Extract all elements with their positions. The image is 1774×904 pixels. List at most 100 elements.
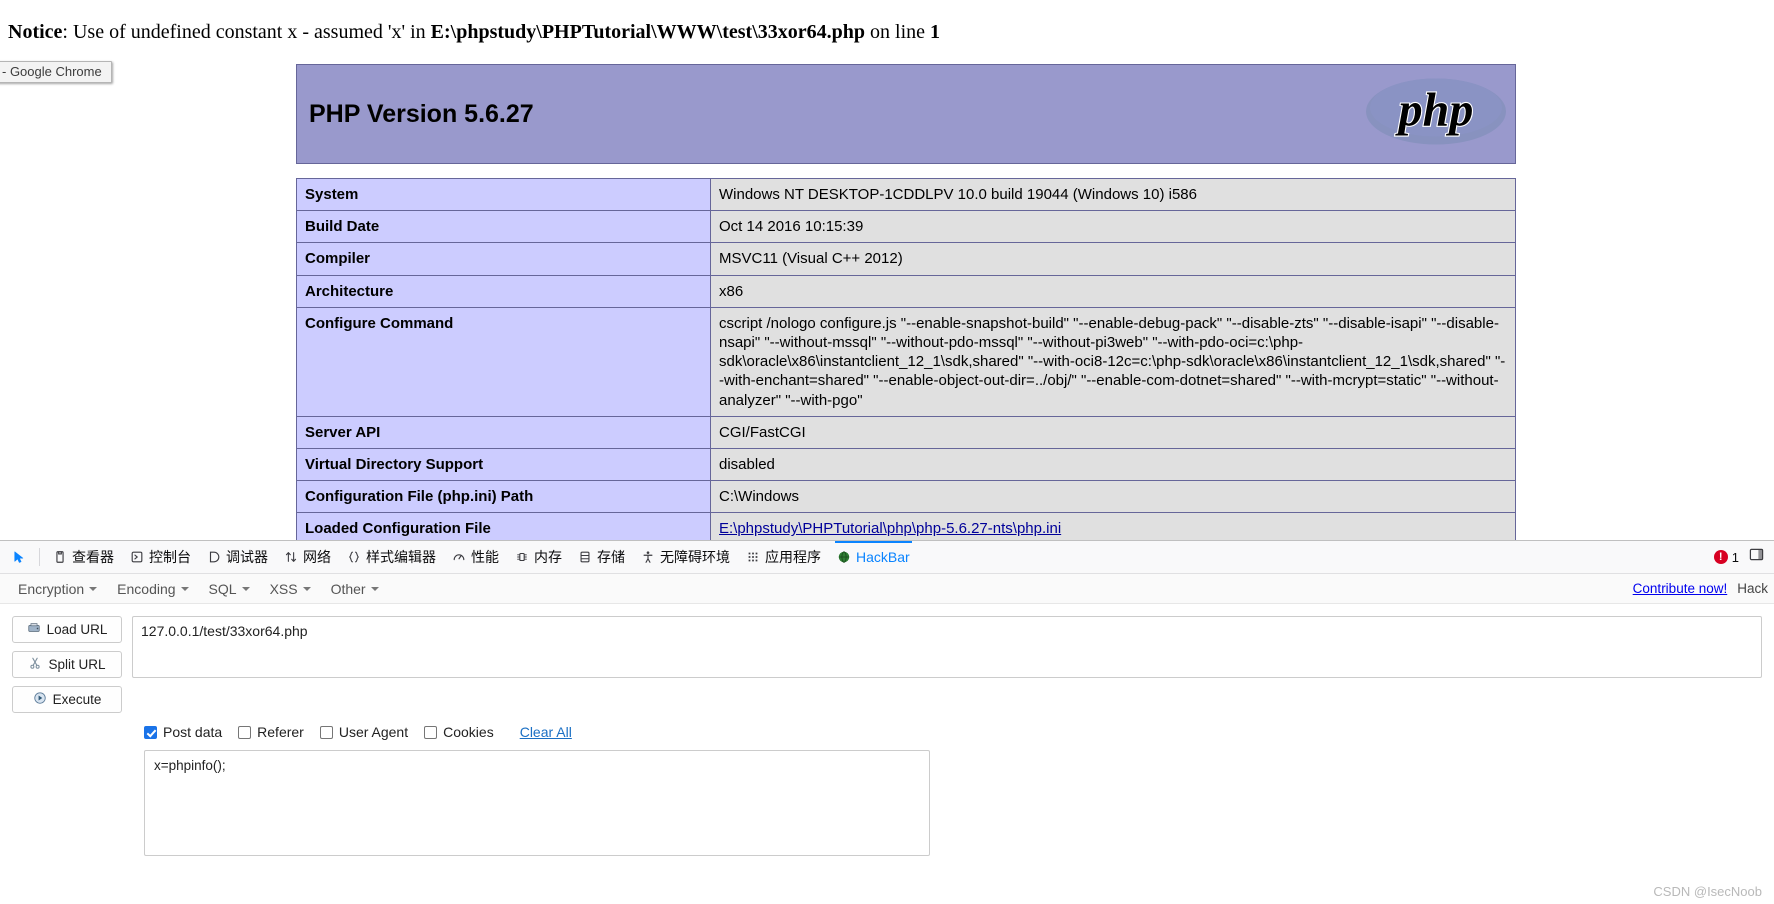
execute-button[interactable]: Execute <box>12 686 122 713</box>
contribute-link[interactable]: Contribute now! <box>1633 581 1728 596</box>
hackbar-icon <box>837 550 851 564</box>
phpinfo-table-body: System Windows NT DESKTOP-1CDDLPV 10.0 b… <box>296 177 1516 540</box>
hackbar-right-extra: Hack <box>1737 581 1768 596</box>
hackbar-menubar-right: Contribute now! Hack <box>1633 581 1774 596</box>
table-cell-value: MSVC11 (Visual C++ 2012) <box>710 242 1516 276</box>
tab-performance[interactable]: 性能 <box>444 541 507 573</box>
devtools-toolbar: 查看器 控制台 调试器 网络 样式编辑器 性能 内存 存储 无障碍环境 应用程序… <box>0 541 1774 574</box>
option-post-data[interactable]: Post data <box>144 724 222 740</box>
tab-application[interactable]: 应用程序 <box>738 541 829 573</box>
option-label: Post data <box>163 724 223 740</box>
notice-text-before: : Use of undefined constant x - assumed … <box>62 21 431 43</box>
toolbar-divider <box>39 548 40 566</box>
tab-label: 控制台 <box>149 549 191 565</box>
table-row: Configure Command cscript /nologo config… <box>296 306 1516 417</box>
watermark-label: CSDN @IsecNoob <box>1653 884 1762 899</box>
menu-other[interactable]: Other <box>321 577 389 601</box>
tab-network[interactable]: 网络 <box>276 541 339 573</box>
table-row: System Windows NT DESKTOP-1CDDLPV 10.0 b… <box>296 177 1516 212</box>
chevron-down-icon <box>89 586 98 591</box>
menu-sql[interactable]: SQL <box>199 577 260 601</box>
table-cell-value: Windows NT DESKTOP-1CDDLPV 10.0 build 19… <box>710 177 1516 212</box>
tab-hackbar[interactable]: HackBar <box>829 541 918 573</box>
table-row: Loaded Configuration File E:\phpstudy\PH… <box>296 512 1516 540</box>
option-cookies[interactable]: Cookies <box>424 724 494 740</box>
screen: Notice: Use of undefined constant x - as… <box>0 0 1774 904</box>
error-count-badge[interactable]: ! 1 <box>1713 550 1739 565</box>
option-label: Cookies <box>443 724 494 740</box>
menu-encryption[interactable]: Encryption <box>8 577 107 601</box>
split-url-button[interactable]: Split URL <box>12 651 122 678</box>
tab-debugger[interactable]: 调试器 <box>199 541 276 573</box>
notice-line-number: 1 <box>930 21 941 43</box>
tab-label: 调试器 <box>226 549 268 565</box>
hackbar-panel: Encryption Encoding SQL XSS Other Contri… <box>0 574 1774 904</box>
error-icon: ! <box>1713 550 1728 564</box>
option-label: User Agent <box>338 724 409 740</box>
clear-all-link[interactable]: Clear All <box>520 724 572 740</box>
network-icon <box>284 550 298 564</box>
table-cell-key: Configure Command <box>296 306 711 417</box>
load-url-label: Load URL <box>46 622 108 637</box>
browser-page-content: Notice: Use of undefined constant x - as… <box>0 0 1774 540</box>
chevron-down-icon <box>302 586 311 591</box>
table-cell-key: Server API <box>296 415 711 449</box>
post-data-checkbox[interactable] <box>144 725 157 739</box>
window-title-tooltip-label: - Google Chrome <box>2 64 102 79</box>
referer-checkbox[interactable] <box>238 725 252 739</box>
tab-label: 无障碍环境 <box>660 549 730 565</box>
menu-label: Encryption <box>18 580 85 597</box>
table-cell-key: System <box>296 177 711 212</box>
cookies-checkbox[interactable] <box>424 725 438 739</box>
option-referer[interactable]: Referer <box>238 724 304 740</box>
php-notice-message: Notice: Use of undefined constant x - as… <box>0 0 1774 44</box>
url-input[interactable] <box>132 616 1762 678</box>
tab-label: 查看器 <box>72 549 114 565</box>
table-cell-value: C:\Windows <box>710 480 1516 514</box>
user-agent-checkbox[interactable] <box>319 725 333 739</box>
menu-label: Other <box>330 580 366 597</box>
hackbar-menubar: Encryption Encoding SQL XSS Other Contri… <box>0 574 1774 604</box>
accessibility-icon <box>641 550 655 564</box>
tab-memory[interactable]: 内存 <box>507 541 570 573</box>
table-cell-value: disabled <box>710 447 1516 482</box>
post-data-input[interactable] <box>144 750 930 856</box>
tab-console[interactable]: 控制台 <box>122 541 199 573</box>
option-user-agent[interactable]: User Agent <box>319 724 409 740</box>
phpinfo-table: System Windows NT DESKTOP-1CDDLPV 10.0 b… <box>296 177 1516 540</box>
menu-label: Encoding <box>117 580 176 597</box>
watermark: CSDN @IsecNoob <box>1653 884 1762 899</box>
database-icon <box>578 550 592 564</box>
execute-label: Execute <box>52 692 102 707</box>
tab-storage[interactable]: 存储 <box>570 541 633 573</box>
hackbar-url-row: Load URL Split URL Execute 127.0.0.1/tes… <box>0 616 1774 713</box>
svg-text:php: php <box>1395 84 1474 137</box>
menu-label: XSS <box>269 580 298 597</box>
tab-inspector[interactable]: 查看器 <box>45 541 122 573</box>
chevron-down-icon <box>180 586 189 591</box>
table-cell-value: E:\phpstudy\PHPTutorial\php\php-5.6.27-n… <box>710 512 1516 540</box>
table-row: Build Date Oct 14 2016 10:15:39 <box>296 210 1516 244</box>
notice-label: Notice <box>8 21 63 43</box>
notice-file-path: E:\phpstudy\PHPTutorial\WWW\test\33xor64… <box>430 21 866 43</box>
tab-label: 存储 <box>597 549 625 565</box>
tab-style-editor[interactable]: 样式编辑器 <box>339 541 444 573</box>
element-picker-icon[interactable] <box>4 544 34 570</box>
dock-panel-icon[interactable] <box>1749 547 1764 567</box>
chevron-down-icon <box>370 586 379 591</box>
table-cell-value: CGI/FastCGI <box>710 415 1516 449</box>
grid-icon <box>746 550 760 564</box>
loaded-config-file-link[interactable]: E:\phpstudy\PHPTutorial\php\php-5.6.27-n… <box>719 520 1061 537</box>
table-cell-value: x86 <box>710 274 1516 308</box>
split-url-label: Split URL <box>48 657 106 672</box>
table-cell-value: cscript /nologo configure.js "--enable-s… <box>710 306 1516 417</box>
load-url-button[interactable]: Load URL <box>12 616 122 643</box>
console-icon <box>130 550 144 564</box>
table-row: Virtual Directory Support disabled <box>296 447 1516 482</box>
menu-encoding[interactable]: Encoding <box>107 577 198 601</box>
menu-xss[interactable]: XSS <box>260 577 321 601</box>
table-cell-key: Architecture <box>296 274 711 308</box>
tab-label: 样式编辑器 <box>366 549 436 565</box>
tab-label: 性能 <box>471 549 499 565</box>
tab-accessibility[interactable]: 无障碍环境 <box>633 541 738 573</box>
